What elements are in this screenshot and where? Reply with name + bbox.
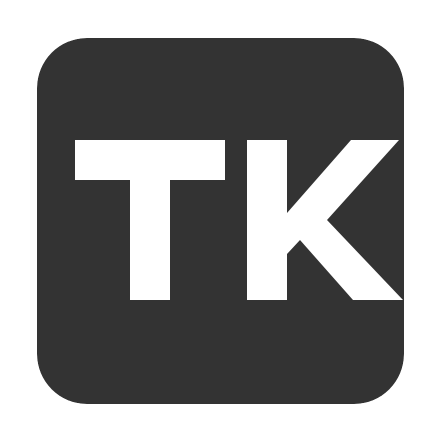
tk-logo-icon (37, 38, 404, 404)
icon-tile (37, 38, 404, 404)
tk-app-icon (37, 38, 404, 404)
icon-canvas (0, 0, 437, 437)
